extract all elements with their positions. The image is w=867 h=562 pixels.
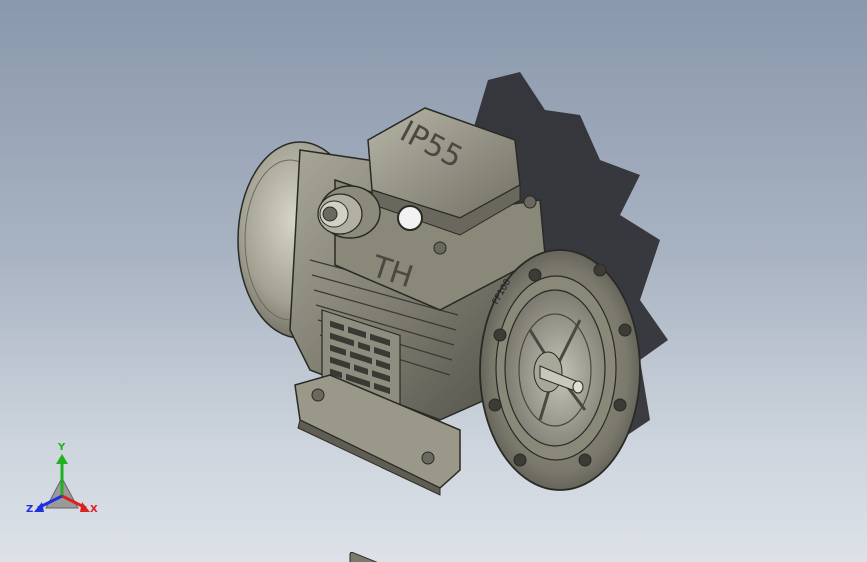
cad-graphics-viewport[interactable]: TH IP55 FF100 Y Z X <box>0 0 867 562</box>
ground-terminal <box>349 551 387 562</box>
y-axis-label: Y <box>58 442 66 453</box>
foot-bolt <box>421 451 435 465</box>
coordinate-triad[interactable]: Y Z X <box>24 442 104 524</box>
z-axis-label: Z <box>26 504 34 515</box>
lifting-eye <box>397 205 423 231</box>
motor-model[interactable]: TH IP55 FF100 <box>0 0 867 562</box>
foot-bolt <box>311 388 325 402</box>
x-axis-label: X <box>90 504 98 515</box>
